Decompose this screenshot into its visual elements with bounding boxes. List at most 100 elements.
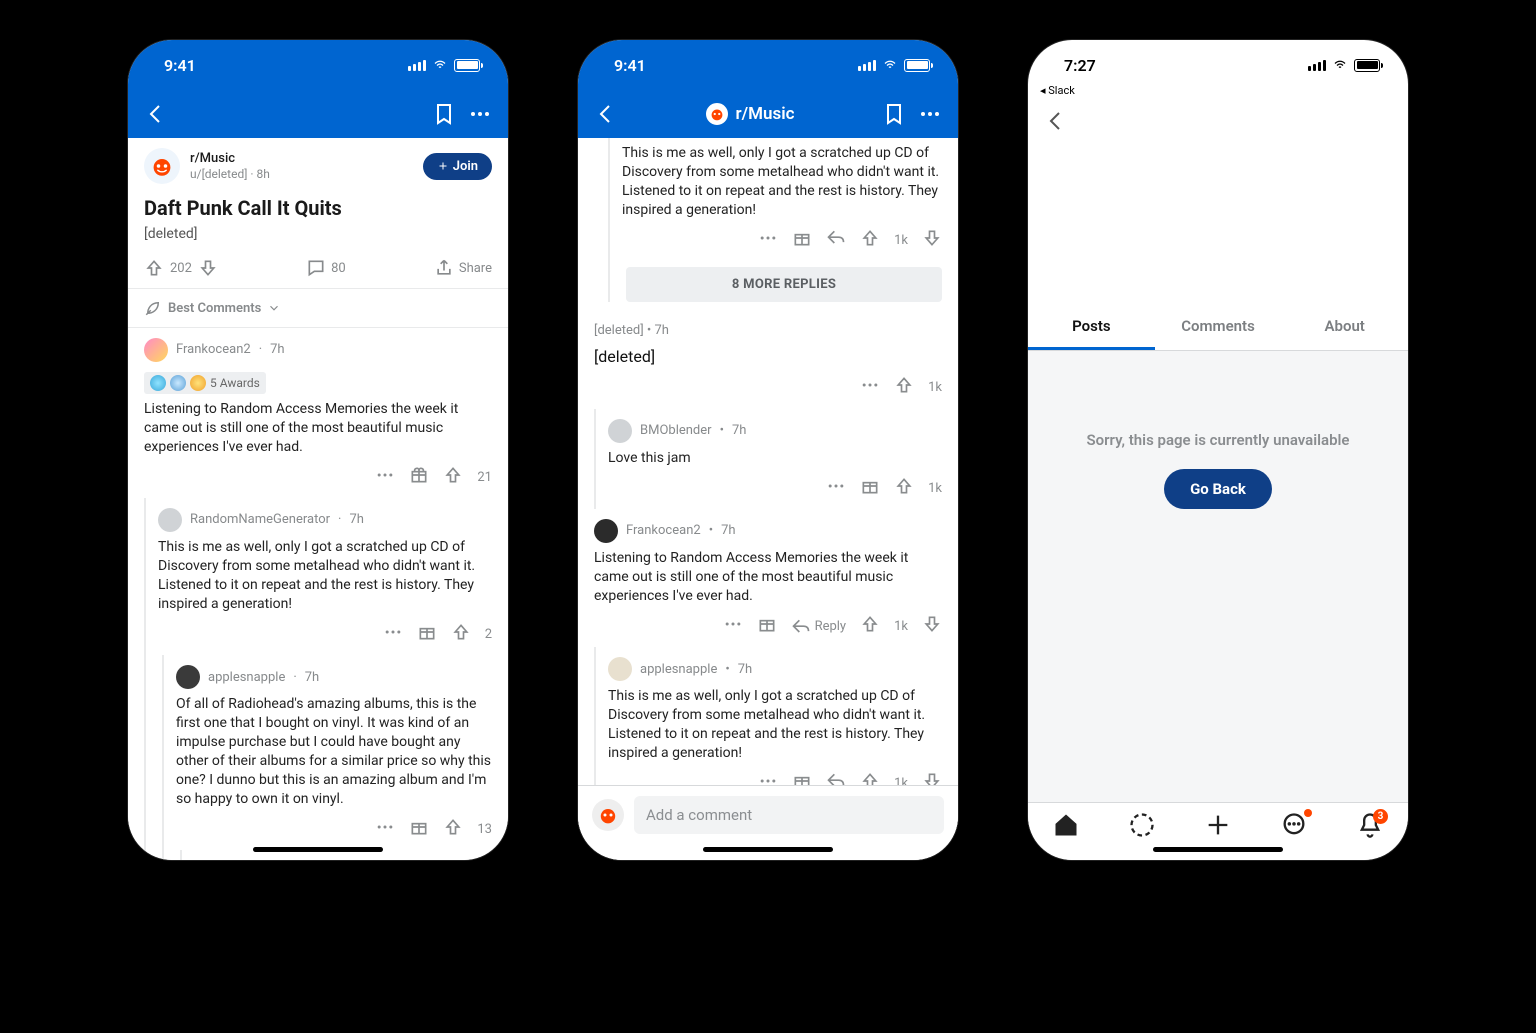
reply-button[interactable]: Reply [791, 617, 847, 637]
nav-title[interactable]: r/Music [630, 103, 870, 125]
comment-more-icon[interactable] [860, 375, 880, 401]
upvote-icon[interactable] [443, 817, 463, 843]
home-indicator [253, 847, 383, 852]
post-actions: 202 80 Share [128, 252, 508, 288]
comment-author[interactable]: applesnapple [208, 669, 285, 687]
more-replies-button[interactable]: 8 MORE REPLIES [626, 267, 942, 302]
upvote-icon[interactable] [860, 228, 880, 254]
comment-score: 1k [928, 480, 942, 498]
status-time: 9:41 [614, 56, 646, 75]
nav-inbox-icon[interactable]: 3 [1356, 811, 1384, 839]
post-header: r/Music u/[deleted] · 8h Join [128, 138, 508, 194]
post-byline: u/[deleted] · 8h [190, 167, 413, 181]
downvote-icon[interactable] [922, 228, 942, 254]
sort-row[interactable]: Best Comments [128, 288, 508, 328]
more-icon[interactable] [918, 102, 942, 126]
avatar[interactable] [594, 519, 618, 543]
comment-more-icon[interactable] [383, 622, 403, 648]
share-button[interactable]: Share [434, 258, 492, 278]
comment-more-icon[interactable] [758, 228, 778, 254]
back-icon[interactable] [594, 102, 618, 126]
avatar[interactable] [158, 508, 182, 532]
reply-icon[interactable] [826, 228, 846, 254]
gift-icon[interactable] [417, 622, 437, 648]
comment-more-icon[interactable] [375, 465, 395, 491]
tab-posts[interactable]: Posts [1028, 305, 1155, 350]
nav-discover-icon[interactable] [1128, 811, 1156, 839]
tab-comments[interactable]: Comments [1155, 305, 1282, 350]
nav-create-icon[interactable] [1204, 811, 1232, 839]
profile-tabs: Posts Comments About [1028, 305, 1408, 351]
join-label: Join [453, 159, 478, 174]
comment-author[interactable]: applesnapple [640, 661, 717, 679]
empty-message: Sorry, this page is currently unavailabl… [1087, 431, 1350, 449]
chat-badge [1304, 809, 1312, 817]
gift-icon[interactable] [757, 614, 777, 640]
back-icon[interactable] [1044, 109, 1068, 133]
subreddit-avatar[interactable] [144, 148, 180, 184]
comment-score: 1k [894, 618, 908, 636]
upvote-icon[interactable] [451, 622, 471, 648]
downvote-button[interactable] [198, 258, 218, 278]
cellular-icon [1308, 60, 1326, 71]
battery-icon [1354, 59, 1380, 72]
nav-chat-icon[interactable] [1280, 811, 1308, 839]
tab-about[interactable]: About [1281, 305, 1408, 350]
comment-more-icon[interactable] [826, 476, 846, 502]
upvote-icon[interactable] [894, 375, 914, 401]
home-indicator [1153, 847, 1283, 852]
comment-input[interactable]: Add a comment [634, 796, 944, 834]
avatar[interactable] [608, 657, 632, 681]
upvote-icon[interactable] [443, 465, 463, 491]
back-to-app[interactable]: ◂ Slack [1028, 84, 1408, 97]
upvote-button[interactable] [144, 258, 164, 278]
comment-body: [deleted] [594, 346, 942, 368]
comment-count: 80 [331, 261, 346, 276]
join-button[interactable]: Join [423, 153, 492, 180]
avatar[interactable] [608, 419, 632, 443]
back-icon[interactable] [144, 102, 168, 126]
gift-icon[interactable] [792, 228, 812, 254]
go-back-button[interactable]: Go Back [1164, 469, 1272, 509]
comment-score: 21 [477, 469, 492, 487]
home-indicator [703, 847, 833, 852]
awards-pill[interactable]: 5 Awards [144, 372, 266, 394]
comment-more-icon[interactable] [375, 817, 395, 843]
comments-button[interactable]: 80 [306, 258, 346, 278]
subreddit-name[interactable]: r/Music [190, 151, 413, 166]
gift-icon[interactable] [860, 476, 880, 502]
more-icon[interactable] [468, 102, 492, 126]
comment-deleted: [deleted] • 7h [deleted] 1k [578, 312, 958, 409]
wifi-icon [432, 59, 448, 71]
comment-author[interactable]: Frankocean2 [176, 341, 251, 359]
post-body: [deleted] [128, 226, 508, 252]
status-time: 7:27 [1064, 56, 1096, 75]
upvote-icon[interactable] [894, 476, 914, 502]
comment-score: 1k [894, 232, 908, 250]
comment-body: Love this jam [608, 449, 942, 468]
comment-author[interactable]: BMOblender [640, 422, 712, 440]
thread-scroll[interactable]: This is me as well, only I got a scratch… [578, 138, 958, 860]
bookmark-icon[interactable] [432, 102, 456, 126]
comment-more-icon[interactable] [723, 614, 743, 640]
avatar[interactable] [144, 338, 168, 362]
status-bar: 7:27 [1028, 40, 1408, 90]
phone-unavailable: 7:27 ◂ Slack Posts Comments About Sorry,… [1028, 40, 1408, 860]
profile-scroll[interactable]: Posts Comments About Sorry, this page is… [1028, 145, 1408, 802]
status-icons [408, 59, 480, 72]
bookmark-icon[interactable] [882, 102, 906, 126]
gift-icon[interactable] [409, 465, 429, 491]
upvote-icon[interactable] [860, 614, 880, 640]
comment-author[interactable]: Frankocean2 [626, 522, 701, 540]
comment-author[interactable]: RandomNameGenerator [190, 511, 330, 529]
avatar[interactable] [176, 665, 200, 689]
comment-body: Listening to Random Access Memories the … [594, 549, 942, 606]
comment-time: 7h [305, 669, 319, 687]
gift-icon[interactable] [409, 817, 429, 843]
post-title: Daft Punk Call It Quits [128, 194, 508, 226]
nav-home-icon[interactable] [1052, 811, 1080, 839]
empty-state: Sorry, this page is currently unavailabl… [1028, 351, 1408, 802]
downvote-icon[interactable] [922, 614, 942, 640]
my-avatar[interactable] [592, 799, 624, 831]
post-scroll[interactable]: r/Music u/[deleted] · 8h Join Daft Punk … [128, 138, 508, 860]
